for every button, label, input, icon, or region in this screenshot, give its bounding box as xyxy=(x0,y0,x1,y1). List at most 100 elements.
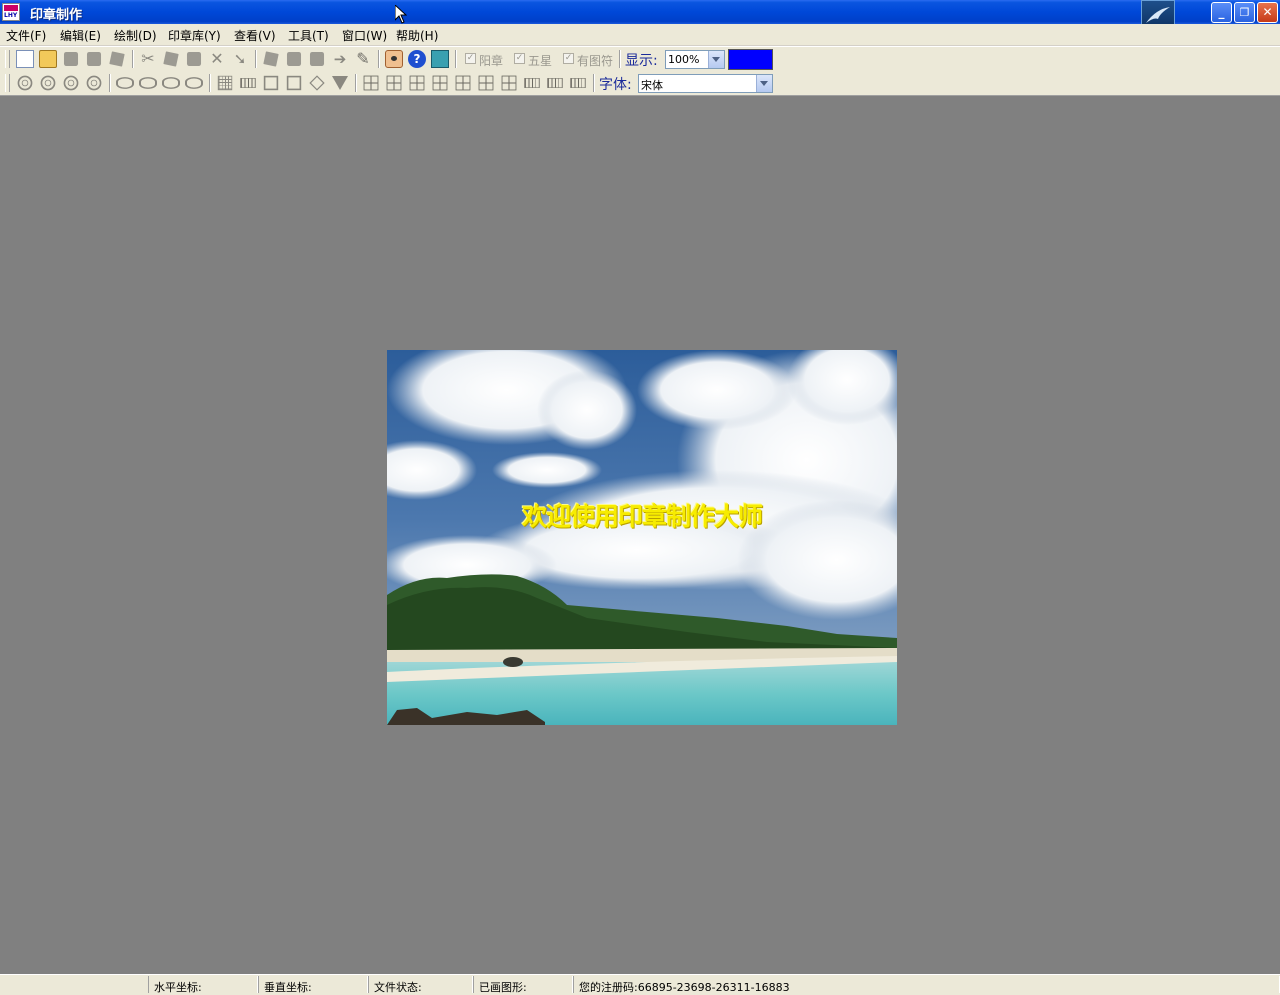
round-stamp-2-icon[interactable] xyxy=(40,75,56,91)
layout-1-icon[interactable] xyxy=(363,75,379,91)
minimize-button[interactable]: _ xyxy=(1211,2,1232,23)
menu-help[interactable]: 帮助(H) xyxy=(396,27,438,44)
toolbar-separator xyxy=(255,50,257,68)
checkmark-icon: ✓ xyxy=(515,53,524,63)
toolbar-separator xyxy=(455,50,457,68)
has-symbol-checkbox[interactable]: ✓ xyxy=(563,53,574,64)
status-drawn-shapes: 已画图形: xyxy=(479,981,527,994)
window-title: 印章制作 xyxy=(30,8,83,23)
menu-bar: 文件(F) 编辑(E) 绘制(D) 印章库(Y) 查看(V) 工具(T) 窗口(… xyxy=(0,24,1280,46)
toolbar-separator xyxy=(619,50,621,68)
square-stamp-icon[interactable] xyxy=(263,75,279,91)
diamond-icon[interactable] xyxy=(309,75,325,91)
ungroup-icon[interactable] xyxy=(286,51,302,67)
copy-icon[interactable] xyxy=(163,51,179,67)
layout-7-icon[interactable] xyxy=(501,75,517,91)
toolbar-grip[interactable] xyxy=(5,74,10,92)
yang-stamp-checkbox[interactable]: ✓ xyxy=(465,53,476,64)
delete-icon[interactable]: ✕ xyxy=(208,50,226,68)
edit-icon[interactable]: ✎ xyxy=(354,50,372,68)
cut-icon[interactable]: ✂ xyxy=(139,50,157,68)
status-pane: 垂直坐标: xyxy=(258,976,368,994)
title-bar[interactable]: LHY 印章制作 _ ❐ ✕ xyxy=(0,0,1280,24)
welcome-splash-image: 欢迎使用印章制作大师 xyxy=(387,350,897,725)
shape-toolbar: 字体: 宋体 xyxy=(0,71,1280,96)
layer-down-icon[interactable]: ➔ xyxy=(331,50,349,68)
chevron-down-icon[interactable] xyxy=(708,51,724,68)
round-stamp-1-icon[interactable] xyxy=(17,75,33,91)
color-swatch[interactable] xyxy=(728,49,773,70)
welcome-message: 欢迎使用印章制作大师 xyxy=(521,502,763,531)
exit-icon[interactable] xyxy=(431,50,449,68)
layout-2-icon[interactable] xyxy=(386,75,402,91)
status-vertical-coord: 垂直坐标: xyxy=(264,981,312,994)
toolbar-separator xyxy=(132,50,134,68)
five-star-label: 五星 xyxy=(528,54,553,68)
oval-stamp-1-icon[interactable] xyxy=(116,77,134,89)
menu-tools[interactable]: 工具(T) xyxy=(288,27,329,44)
zoom-select[interactable]: 100% xyxy=(665,50,725,69)
toolbar-grip[interactable] xyxy=(5,50,10,68)
chevron-down-icon[interactable] xyxy=(756,75,772,92)
round-stamp-4-icon[interactable] xyxy=(86,75,102,91)
zoom-value: 100% xyxy=(668,53,700,66)
print-icon[interactable] xyxy=(109,51,125,67)
layout-3-icon[interactable] xyxy=(409,75,425,91)
layout-4-icon[interactable] xyxy=(432,75,448,91)
layer-up-icon[interactable] xyxy=(309,51,325,67)
help-icon[interactable]: ? xyxy=(408,50,426,68)
arrow-icon[interactable]: ➘ xyxy=(231,50,249,68)
stamp-app-icon[interactable]: LHY xyxy=(2,3,20,21)
status-pane: 已画图形: xyxy=(473,976,573,994)
font-select[interactable]: 宋体 xyxy=(638,74,773,93)
menu-view[interactable]: 查看(V) xyxy=(234,27,276,44)
paste-icon[interactable] xyxy=(186,51,202,67)
round-stamp-3-icon[interactable] xyxy=(63,75,79,91)
menu-file[interactable]: 文件(F) xyxy=(6,27,46,44)
toolbar-separator xyxy=(593,74,595,92)
status-pane: 文件状态: xyxy=(368,976,473,994)
square-frame-icon[interactable] xyxy=(286,75,302,91)
mouse-cursor-icon xyxy=(395,5,407,24)
menu-draw[interactable]: 绘制(D) xyxy=(114,27,157,44)
open-folder-icon[interactable] xyxy=(39,50,57,68)
five-star-checkbox[interactable]: ✓ xyxy=(514,53,525,64)
font-value: 宋体 xyxy=(641,79,663,92)
status-horizontal-coord: 水平坐标: xyxy=(154,981,202,994)
toolbar-separator xyxy=(378,50,380,68)
has-symbol-label: 有图符 xyxy=(577,54,614,68)
close-icon: ✕ xyxy=(1262,5,1273,19)
restore-button[interactable]: ❐ xyxy=(1234,2,1255,23)
status-registration-code: 您的注册码:66895-23698-26311-16883 xyxy=(579,981,790,994)
minimize-icon: _ xyxy=(1218,5,1225,19)
group-icon[interactable] xyxy=(263,51,279,67)
main-toolbar: ✂ ✕ ➘ ➔ ✎ ? ✓ 阳章 ✓ 五星 ✓ 有图符 显示: 100% xyxy=(0,46,1280,71)
layout-5-icon[interactable] xyxy=(455,75,471,91)
save-as-icon[interactable] xyxy=(86,51,102,67)
grid-icon[interactable] xyxy=(217,75,233,91)
oval-stamp-4-icon[interactable] xyxy=(185,77,203,89)
menu-edit[interactable]: 编辑(E) xyxy=(60,27,101,44)
oval-stamp-3-icon[interactable] xyxy=(162,77,180,89)
toolbar-separator xyxy=(109,74,111,92)
toolbar-separator xyxy=(355,74,357,92)
triangle-icon[interactable] xyxy=(331,74,349,92)
yang-stamp-label: 阳章 xyxy=(479,54,504,68)
oval-stamp-2-icon[interactable] xyxy=(139,77,157,89)
layout-8-icon[interactable] xyxy=(524,78,540,88)
layout-6-icon[interactable] xyxy=(478,75,494,91)
status-pane: 水平坐标: xyxy=(148,976,258,994)
restore-icon: ❐ xyxy=(1239,6,1250,19)
zoom-label: 显示: xyxy=(625,53,658,69)
close-button[interactable]: ✕ xyxy=(1257,2,1278,23)
save-icon[interactable] xyxy=(63,51,79,67)
layout-10-icon[interactable] xyxy=(570,78,586,88)
checkmark-icon: ✓ xyxy=(466,53,475,63)
layout-9-icon[interactable] xyxy=(547,78,563,88)
rectangle-bar-icon[interactable] xyxy=(240,78,256,88)
menu-stamp-library[interactable]: 印章库(Y) xyxy=(168,27,221,44)
beach-landscape-image xyxy=(387,350,897,725)
menu-window[interactable]: 窗口(W) xyxy=(342,27,387,44)
preview-eye-icon[interactable] xyxy=(385,50,403,68)
new-document-icon[interactable] xyxy=(16,50,34,68)
